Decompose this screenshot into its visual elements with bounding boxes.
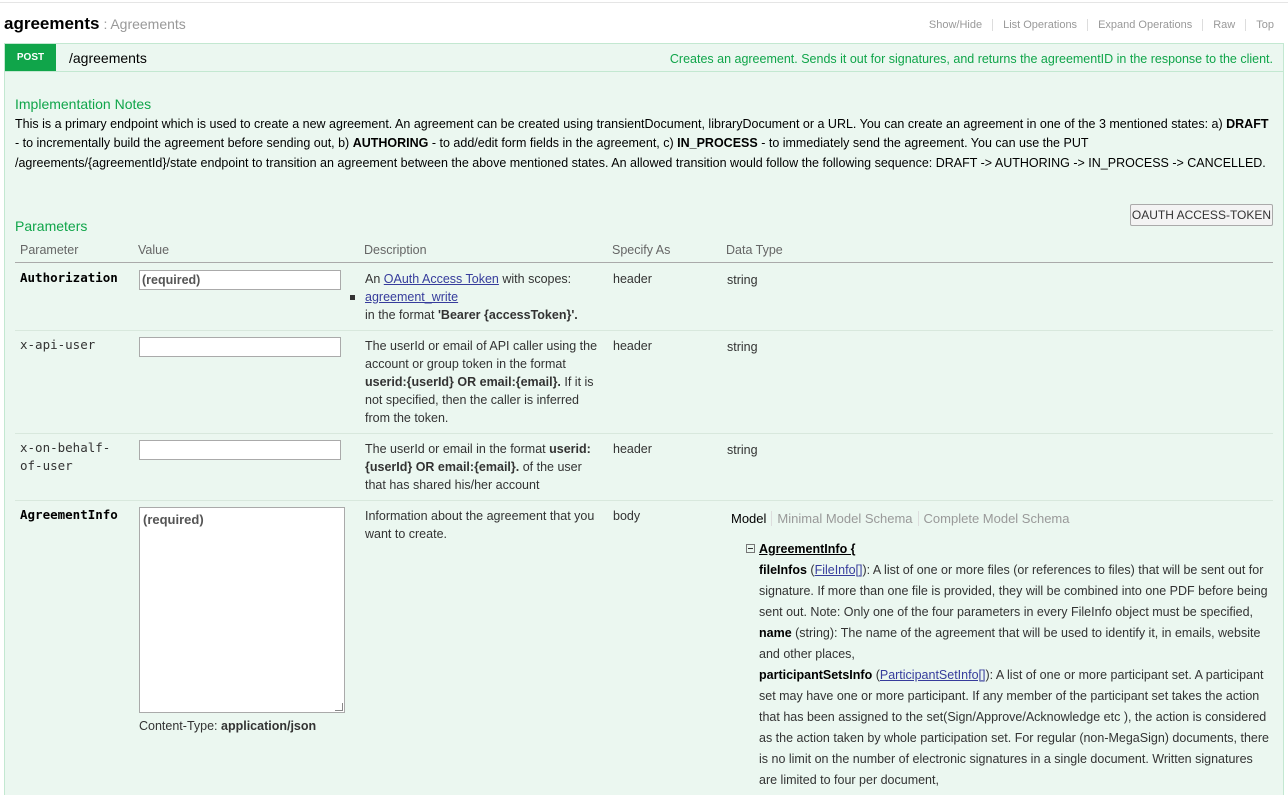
- implementation-notes: Implementation Notes This is a primary e…: [15, 96, 1273, 173]
- fileinfo-type-link[interactable]: FileInfo[]: [815, 563, 863, 577]
- param-name: x-on-behalf-of-user: [20, 440, 111, 473]
- param-row-authorization: Authorization (required) An OAuth Access…: [15, 264, 1273, 331]
- model-header[interactable]: AgreementInfo {: [745, 539, 1271, 560]
- operation-header[interactable]: POST /agreements Creates an agreement. S…: [5, 44, 1283, 72]
- tab-model[interactable]: Model: [731, 511, 771, 526]
- param-specify-as: header: [613, 272, 652, 286]
- param-description: An OAuth Access Token with scopes: agree…: [350, 270, 605, 324]
- operation-summary[interactable]: Creates an agreement. Sends it out for s…: [670, 52, 1273, 66]
- param-specify-as: body: [613, 509, 641, 523]
- resize-handle[interactable]: [335, 703, 343, 711]
- param-data-type: string: [727, 273, 758, 287]
- param-name: x-api-user: [20, 337, 96, 352]
- oauth-access-token-button[interactable]: OAUTH ACCESS-TOKEN: [1130, 204, 1273, 226]
- participantsetinfo-type-link[interactable]: ParticipantSetInfo[]: [880, 668, 986, 682]
- param-specify-as: header: [613, 339, 652, 353]
- param-description: Information about the agreement that you…: [365, 509, 595, 541]
- resource-description: Agreements: [110, 16, 186, 32]
- param-row-x-api-user: x-api-user The userId or email of API ca…: [15, 331, 1273, 434]
- show-hide-link[interactable]: Show/Hide: [929, 19, 992, 31]
- tab-complete-model-schema[interactable]: Complete Model Schema: [917, 511, 1075, 526]
- param-row-agreement-info: AgreementInfo (required) Content-Type: a…: [15, 501, 1273, 795]
- model-field-participantsetsinfo: participantSetsInfo (ParticipantSetInfo[…: [759, 668, 1269, 787]
- param-name: Authorization: [20, 270, 118, 285]
- model-field-name: name (string): The name of the agreement…: [759, 626, 1261, 661]
- raw-link[interactable]: Raw: [1202, 19, 1245, 31]
- content-type: Content-Type: application/json: [139, 719, 317, 733]
- operation-panel: POST /agreements Creates an agreement. S…: [4, 43, 1284, 795]
- collapse-icon[interactable]: [746, 544, 755, 553]
- param-row-x-on-behalf-of-user: x-on-behalf-of-user The userId or email …: [15, 434, 1273, 501]
- oauth-token-link[interactable]: OAuth Access Token: [384, 272, 499, 286]
- bullet-icon: [350, 295, 355, 300]
- param-data-type: string: [727, 340, 758, 354]
- implementation-notes-text: This is a primary endpoint which is used…: [15, 117, 1269, 170]
- col-description: Description: [364, 243, 427, 257]
- param-data-type: string: [727, 443, 758, 457]
- scope-link[interactable]: agreement_write: [365, 290, 458, 304]
- parameters-title: Parameters: [15, 218, 88, 234]
- param-specify-as: header: [613, 442, 652, 456]
- model-field-fileinfos: fileInfos (FileInfo[]): A list of one or…: [759, 563, 1268, 619]
- model-tabs: Model Minimal Model Schema Complete Mode…: [731, 511, 1075, 526]
- top-link[interactable]: Top: [1245, 19, 1274, 31]
- param-name: AgreementInfo: [20, 507, 118, 522]
- expand-operations-link[interactable]: Expand Operations: [1087, 19, 1202, 31]
- resource-name[interactable]: agreements: [4, 14, 99, 34]
- operations-menu: Show/Hide List Operations Expand Operati…: [929, 19, 1274, 31]
- authorization-input[interactable]: (required): [139, 270, 341, 290]
- x-on-behalf-of-user-input[interactable]: [139, 440, 341, 460]
- param-description: The userId or email in the format userid…: [365, 442, 591, 492]
- col-value: Value: [138, 243, 170, 257]
- parameters-table-header: Parameter Value Description Specify As D…: [15, 242, 1273, 263]
- http-method-badge[interactable]: POST: [5, 44, 56, 71]
- top-divider: [0, 2, 1288, 3]
- col-parameter: Parameter: [20, 243, 79, 257]
- x-api-user-input[interactable]: [139, 337, 341, 357]
- model-signature: AgreementInfo { fileInfos (FileInfo[]): …: [746, 539, 1271, 791]
- agreement-info-textarea[interactable]: (required): [139, 507, 345, 713]
- param-description: The userId or email of API caller using …: [365, 339, 598, 425]
- col-data-type: Data Type: [726, 243, 783, 257]
- resource-separator: :: [103, 16, 108, 32]
- list-operations-link[interactable]: List Operations: [992, 19, 1087, 31]
- tab-minimal-model-schema[interactable]: Minimal Model Schema: [771, 511, 917, 526]
- resource-heading[interactable]: agreements : Agreements: [4, 14, 186, 34]
- operation-path[interactable]: /agreements: [69, 50, 147, 66]
- model-name[interactable]: AgreementInfo {: [759, 542, 856, 556]
- col-specify-as: Specify As: [612, 243, 671, 257]
- implementation-notes-title: Implementation Notes: [15, 96, 152, 112]
